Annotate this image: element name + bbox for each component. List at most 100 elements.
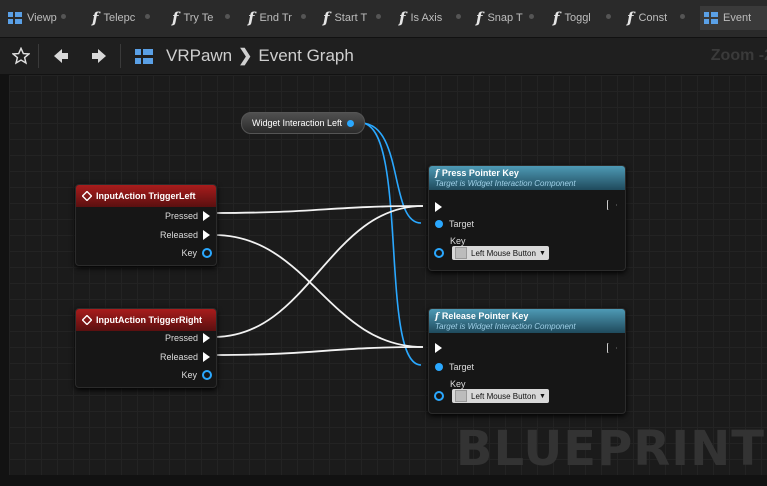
tab-end-teleport[interactable]: f End Tr	[248, 6, 310, 30]
tab-viewport[interactable]: Viewp	[8, 6, 70, 30]
graph-type-icon-button	[134, 44, 158, 68]
key-pin-row[interactable]: Key	[181, 370, 212, 380]
released-pin-row[interactable]: Released	[160, 230, 210, 240]
wires-layer	[213, 122, 424, 366]
tab-close-icon[interactable]	[61, 14, 66, 19]
exec-wire-right-released	[213, 346, 424, 356]
key-out-pin[interactable]	[202, 248, 212, 258]
dropdown-value: Left Mouse Button	[471, 248, 536, 258]
key-input-row[interactable]: Left Mouse Button ▼	[434, 246, 549, 260]
exec-in-pin[interactable]	[435, 202, 442, 212]
tab-close-icon[interactable]	[376, 14, 381, 19]
tab-close-icon[interactable]	[606, 14, 611, 19]
function-icon: f	[92, 9, 99, 27]
pin-label: Released	[159, 230, 198, 240]
function-icon: f	[435, 169, 439, 179]
tab-close-icon[interactable]	[145, 14, 150, 19]
node-header: InputAction TriggerLeft	[76, 185, 216, 207]
tab-close-icon[interactable]	[529, 14, 534, 19]
pin-label: Key	[181, 370, 197, 380]
exec-in-pin[interactable]	[435, 343, 442, 353]
chevron-down-icon: ▼	[538, 249, 546, 257]
blueprint-watermark: BLUEPRINT	[455, 421, 765, 475]
target-pin-row[interactable]: Target	[435, 219, 474, 229]
key-out-pin[interactable]	[202, 370, 212, 380]
graph-toolbar: VRPawn ❯ Event Graph Zoom -2	[0, 38, 767, 74]
target-pin[interactable]	[435, 363, 443, 371]
key-dropdown[interactable]: Left Mouse Button ▼	[452, 246, 549, 260]
exec-out-pin[interactable]	[203, 352, 210, 362]
breadcrumb-graph: Event Graph	[258, 46, 354, 65]
tab-label: Start T	[334, 12, 368, 24]
keyboard-icon	[455, 390, 467, 402]
breadcrumb-blueprint[interactable]: VRPawn	[166, 46, 232, 66]
tab-label: Snap T	[487, 12, 523, 24]
pressed-pin-row[interactable]: Pressed	[165, 333, 210, 343]
event-graph-canvas[interactable]: Widget Interaction Left InputAction Trig…	[9, 75, 767, 475]
release-pointer-key-node[interactable]: f Release Pointer Key Target is Widget In…	[428, 308, 626, 414]
tab-start-teleport[interactable]: f Start T	[323, 6, 385, 30]
back-button[interactable]	[50, 44, 72, 68]
function-icon: f	[323, 9, 330, 27]
tab-label: Toggl	[564, 12, 591, 24]
tab-close-icon[interactable]	[680, 14, 685, 19]
input-action-trigger-right-node[interactable]: InputAction TriggerRight Pressed Release…	[75, 308, 217, 388]
exec-out-pin-row[interactable]	[607, 343, 617, 353]
exec-out-pin[interactable]	[203, 230, 210, 240]
exec-out-pin[interactable]	[203, 211, 210, 221]
key-dropdown[interactable]: Left Mouse Button ▼	[452, 389, 549, 403]
tab-try-teleport[interactable]: f Try Te	[172, 6, 234, 30]
keyboard-icon	[455, 247, 467, 259]
node-subtitle: Target is Widget Interaction Component	[435, 322, 576, 331]
key-label-row: Key	[450, 236, 466, 246]
widget-interaction-left-node[interactable]: Widget Interaction Left	[241, 112, 365, 134]
key-in-pin[interactable]	[434, 391, 444, 401]
tab-snap-turn[interactable]: f Snap T	[476, 6, 538, 30]
exec-in-pin-row[interactable]	[435, 202, 442, 212]
pin-label: Key	[181, 248, 197, 258]
favorite-button[interactable]	[10, 44, 32, 68]
function-icon: f	[172, 9, 179, 27]
press-pointer-key-node[interactable]: f Press Pointer Key Target is Widget Inte…	[428, 165, 626, 271]
tab-teleport[interactable]: f Telepc	[92, 6, 154, 30]
function-icon: f	[553, 9, 560, 27]
exec-out-pin[interactable]	[203, 333, 210, 343]
tab-close-icon[interactable]	[456, 14, 461, 19]
target-pin-row[interactable]: Target	[435, 362, 474, 372]
exec-out-pin-row[interactable]	[607, 200, 617, 210]
tab-toggle[interactable]: f Toggl	[553, 6, 615, 30]
pin-label: Pressed	[164, 211, 198, 221]
tab-label: Is Axis	[410, 12, 443, 24]
node-title: InputAction TriggerRight	[96, 315, 202, 325]
node-header: InputAction TriggerRight	[76, 309, 216, 331]
pressed-pin-row[interactable]: Pressed	[165, 211, 210, 221]
exec-in-pin-row[interactable]	[435, 343, 442, 353]
key-pin-row[interactable]: Key	[181, 248, 212, 258]
tab-is-axis[interactable]: f Is Axis	[399, 6, 465, 30]
tab-construction[interactable]: f Const	[627, 6, 689, 30]
arrow-right-icon	[92, 49, 106, 63]
exec-out-pin[interactable]	[607, 343, 617, 353]
pin-label: Target	[449, 362, 475, 372]
output-data-pin[interactable]	[347, 119, 355, 127]
forward-button[interactable]	[88, 44, 110, 68]
function-icon: f	[435, 312, 439, 322]
key-input-row[interactable]: Left Mouse Button ▼	[434, 389, 549, 403]
key-in-pin[interactable]	[434, 248, 444, 258]
input-action-trigger-left-node[interactable]: InputAction TriggerLeft Pressed Released…	[75, 184, 217, 266]
tab-label: Try Te	[183, 12, 214, 24]
node-title: f Press Pointer Key	[435, 168, 519, 179]
tab-label: Viewp	[27, 12, 57, 24]
target-pin[interactable]	[435, 220, 443, 228]
event-diamond-icon	[82, 315, 92, 325]
chevron-down-icon: ▼	[538, 392, 546, 400]
released-pin-row[interactable]: Released	[160, 352, 210, 362]
pin-label: Released	[159, 352, 198, 362]
arrow-left-icon	[54, 49, 68, 63]
tab-close-icon[interactable]	[225, 14, 230, 19]
node-subtitle: Target is Widget Interaction Component	[435, 179, 576, 188]
tab-event-graph[interactable]: Event	[700, 6, 767, 30]
grid-icon	[8, 12, 22, 24]
exec-out-pin[interactable]	[607, 200, 617, 210]
tab-close-icon[interactable]	[301, 14, 306, 19]
